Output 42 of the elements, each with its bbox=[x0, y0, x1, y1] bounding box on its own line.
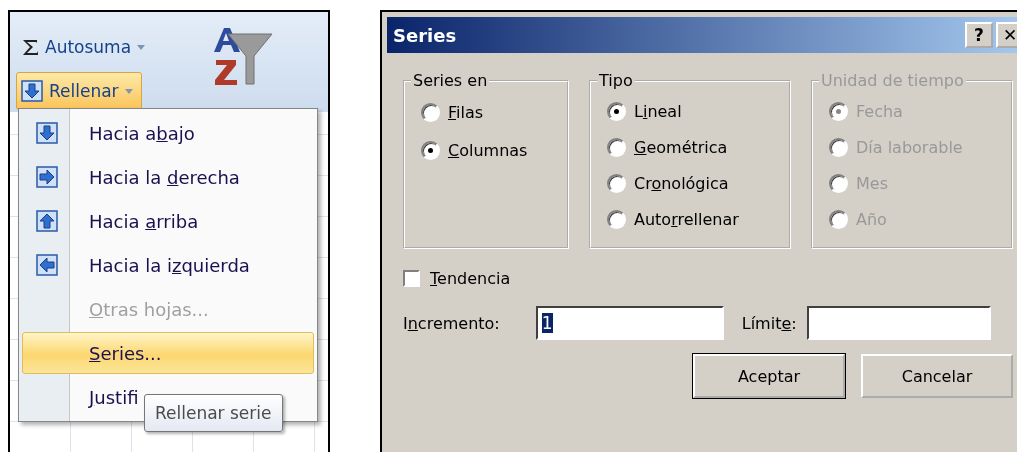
field-label: Incremento: bbox=[403, 313, 500, 333]
input-field[interactable] bbox=[806, 306, 991, 340]
radio-button[interactable] bbox=[421, 102, 440, 122]
title-bar-button[interactable]: ✕ bbox=[996, 22, 1017, 48]
ribbon-button[interactable]: Rellenar bbox=[16, 72, 142, 110]
radio-label[interactable]: Geométrica bbox=[634, 137, 728, 157]
arrow-icon bbox=[36, 254, 58, 276]
radio-button[interactable] bbox=[607, 137, 626, 157]
checkbox[interactable] bbox=[403, 270, 420, 287]
radio-button[interactable] bbox=[421, 140, 440, 160]
radio-label[interactable]: Filas bbox=[448, 102, 484, 122]
radio-label[interactable]: Columnas bbox=[448, 140, 528, 160]
group-title: Series en bbox=[412, 71, 489, 90]
menu-item[interactable]: Hacia la derecha bbox=[22, 156, 314, 198]
title-bar-button[interactable]: ? bbox=[965, 22, 993, 48]
caret-icon bbox=[124, 88, 133, 94]
radio-label[interactable]: Lineal bbox=[634, 101, 682, 121]
caret-icon bbox=[137, 44, 146, 50]
menu-item[interactable]: Series... bbox=[22, 332, 314, 374]
dialog-button[interactable]: Aceptar bbox=[693, 354, 845, 398]
dialog-button[interactable]: Cancelar bbox=[861, 354, 1013, 398]
radio-button[interactable] bbox=[607, 210, 626, 230]
radio-label[interactable]: Autorrellenar bbox=[634, 210, 739, 230]
checkbox-label[interactable]: Tendencia bbox=[430, 269, 511, 288]
arrow-icon bbox=[36, 210, 58, 232]
tooltip: Rellenar serie bbox=[144, 394, 283, 432]
group-title: Tipo bbox=[598, 71, 634, 90]
radio-button[interactable] bbox=[607, 174, 626, 194]
radio-button[interactable] bbox=[607, 101, 626, 121]
arrow-icon bbox=[21, 80, 43, 102]
input-field[interactable]: 1 bbox=[535, 306, 724, 340]
menu-item[interactable]: Hacia la izquierda bbox=[22, 244, 314, 286]
menu-item[interactable]: Hacia arriba bbox=[22, 200, 314, 242]
menu-item[interactable]: Hacia abajo bbox=[22, 112, 314, 154]
group-title: Unidad de tiempo bbox=[820, 71, 965, 90]
field-label: Límite: bbox=[741, 313, 797, 333]
window-title: Series bbox=[393, 24, 458, 46]
arrow-icon bbox=[36, 122, 58, 144]
sigma-icon bbox=[21, 38, 39, 56]
ribbon-button[interactable]: Autosuma bbox=[16, 28, 155, 66]
radio-label[interactable]: Cronológica bbox=[634, 174, 729, 194]
arrow-icon bbox=[36, 166, 58, 188]
